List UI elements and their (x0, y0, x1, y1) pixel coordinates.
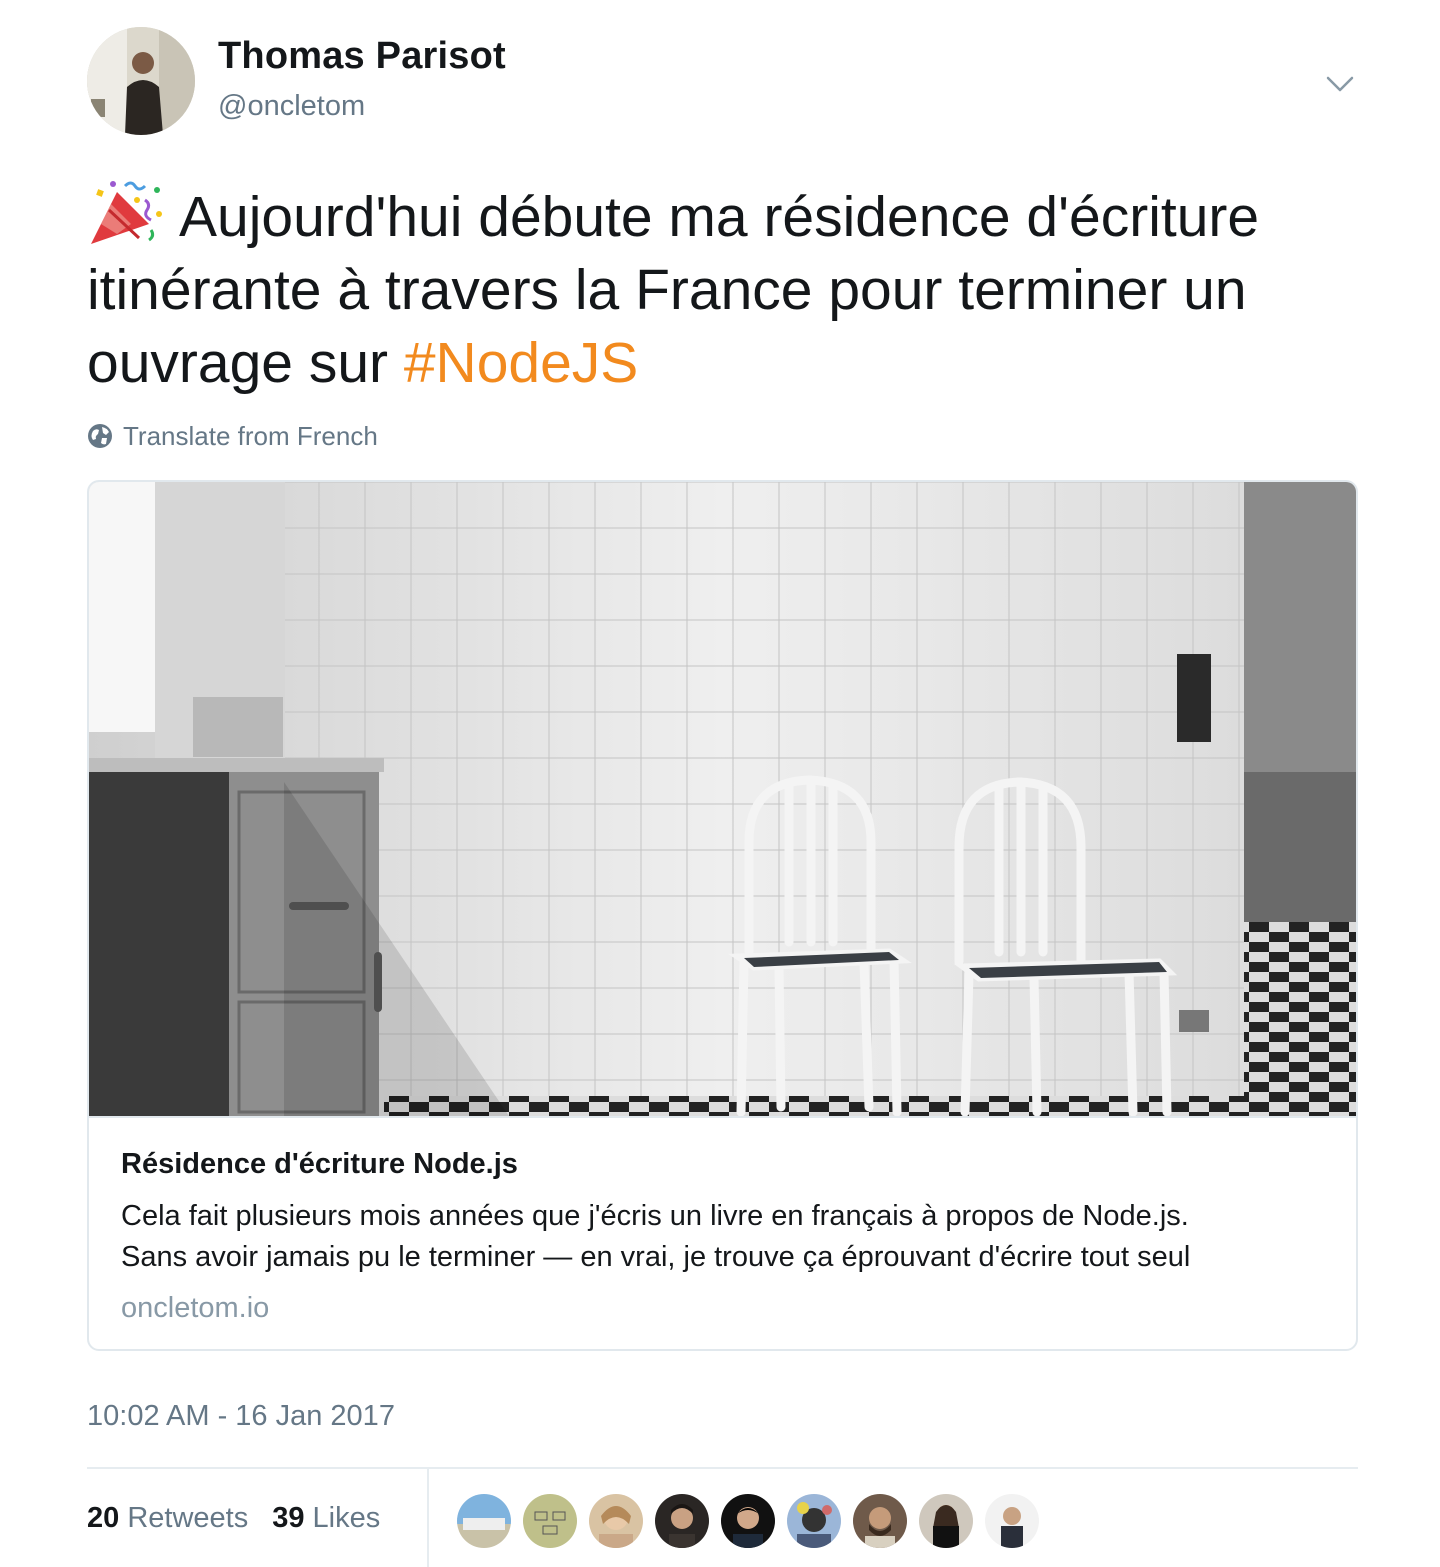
hashtag-link[interactable]: #NodeJS (404, 331, 639, 395)
liker-avatar[interactable] (917, 1492, 975, 1550)
translate-label: Translate from French (123, 420, 378, 451)
likers-avatars (455, 1492, 1049, 1550)
liker-avatar[interactable] (719, 1492, 777, 1550)
retweets-stat[interactable]: 20 Retweets (87, 1502, 248, 1535)
tweet-timestamp[interactable]: 10:02 AM - 16 Jan 2017 (87, 1400, 395, 1433)
tweet-body: Aujourd'hui débute ma résidence d'écritu… (87, 185, 1260, 395)
card-description: Cela fait plusieurs mois années que j'éc… (121, 1196, 1331, 1278)
card-domain: oncletom.io (121, 1292, 270, 1324)
tweet-text: Aujourd'hui débute ma résidence d'écritu… (87, 178, 1377, 400)
liker-avatar[interactable] (521, 1492, 579, 1550)
author-avatar[interactable] (87, 27, 195, 135)
liker-avatar[interactable] (983, 1492, 1041, 1550)
retweets-count: 20 (87, 1502, 120, 1534)
likes-count: 39 (272, 1502, 305, 1534)
author-handle[interactable]: @oncletom (218, 90, 365, 123)
divider (427, 1469, 429, 1567)
card-description-line: Sans avoir jamais pu le terminer — en vr… (121, 1241, 1191, 1273)
retweets-label: Retweets (127, 1502, 249, 1534)
card-body: Résidence d'écriture Node.js Cela fait p… (89, 1116, 1356, 1349)
party-popper-icon (87, 178, 165, 250)
liker-avatar[interactable] (455, 1492, 513, 1550)
tweet-stats: 20 Retweets 39 Likes (87, 1502, 404, 1535)
liker-avatar[interactable] (587, 1492, 645, 1550)
liker-avatar[interactable] (653, 1492, 711, 1550)
card-description-line: Cela fait plusieurs mois années que j'éc… (121, 1200, 1189, 1232)
card-image (89, 482, 1356, 1117)
card-title: Résidence d'écriture Node.js (121, 1148, 518, 1180)
divider (87, 1467, 1358, 1469)
liker-avatar[interactable] (851, 1492, 909, 1550)
chevron-down-icon[interactable] (1322, 68, 1358, 100)
likes-label: Likes (312, 1502, 381, 1534)
likes-stat[interactable]: 39 Likes (272, 1502, 380, 1535)
liker-avatar[interactable] (785, 1492, 843, 1550)
link-card[interactable]: Résidence d'écriture Node.js Cela fait p… (87, 480, 1358, 1351)
translate-link[interactable]: Translate from French (87, 420, 378, 452)
author-name[interactable]: Thomas Parisot (218, 35, 506, 78)
globe-icon (88, 424, 112, 448)
tweet: Thomas Parisot @oncletom Aujourd'hui déb… (0, 0, 1440, 1567)
